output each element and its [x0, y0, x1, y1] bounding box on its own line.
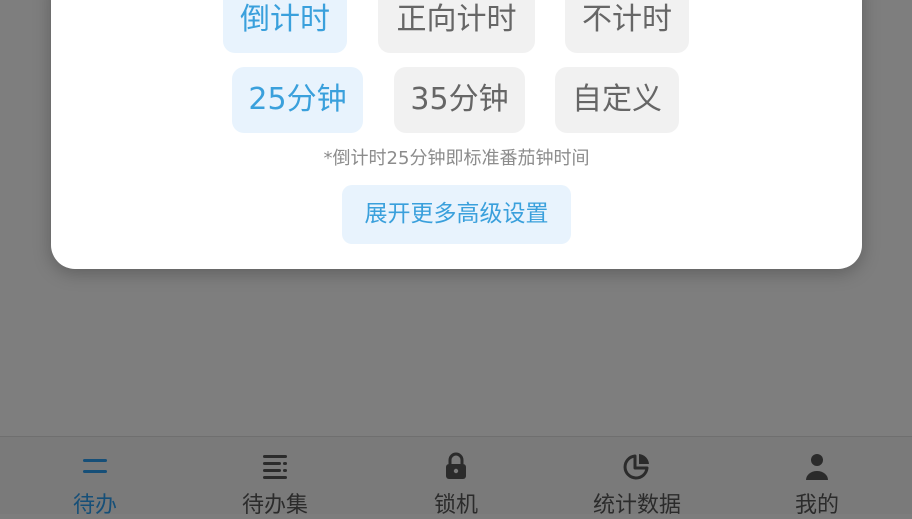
mode-option-countdown[interactable]: 倒计时 — [223, 0, 347, 53]
nav-item-statistics[interactable]: 统计数据 — [562, 437, 712, 518]
lock-icon — [441, 451, 471, 481]
nav-label-todo: 待办 — [72, 493, 117, 518]
nav-label-todo-collection: 待办集 — [241, 493, 308, 518]
duration-option-custom[interactable]: 自定义 — [555, 67, 679, 133]
nav-item-todo-collection[interactable]: 待办集 — [200, 437, 350, 518]
nav-item-profile[interactable]: 我的 — [742, 437, 892, 518]
duration-option-25min[interactable]: 25分钟 — [232, 67, 363, 133]
nav-item-lock[interactable]: 锁机 — [381, 437, 531, 518]
pomodoro-hint-text: *倒计时25分钟即标准番茄钟时间 — [323, 148, 590, 169]
todo-list-icon — [80, 451, 110, 481]
nav-item-todo[interactable]: 待办 — [20, 437, 170, 518]
mode-option-no-timer[interactable]: 不计时 — [565, 0, 689, 53]
timer-settings-dialog: 倒计时 正向计时 不计时 25分钟 35分钟 自定义 *倒计时25分钟即标准番茄… — [51, 0, 862, 269]
nav-label-lock: 锁机 — [433, 493, 478, 518]
todo-collection-icon — [260, 451, 290, 481]
expand-advanced-settings-button[interactable]: 展开更多高级设置 — [342, 185, 571, 244]
pie-chart-icon — [622, 451, 652, 481]
user-icon — [802, 451, 832, 481]
nav-label-statistics: 统计数据 — [592, 493, 681, 518]
mode-option-count-up[interactable]: 正向计时 — [378, 0, 535, 53]
duration-option-35min[interactable]: 35分钟 — [394, 67, 525, 133]
nav-label-profile: 我的 — [794, 493, 839, 518]
bottom-navigation-bar: 待办 待办集 锁机 统计数据 我的 — [0, 436, 912, 518]
